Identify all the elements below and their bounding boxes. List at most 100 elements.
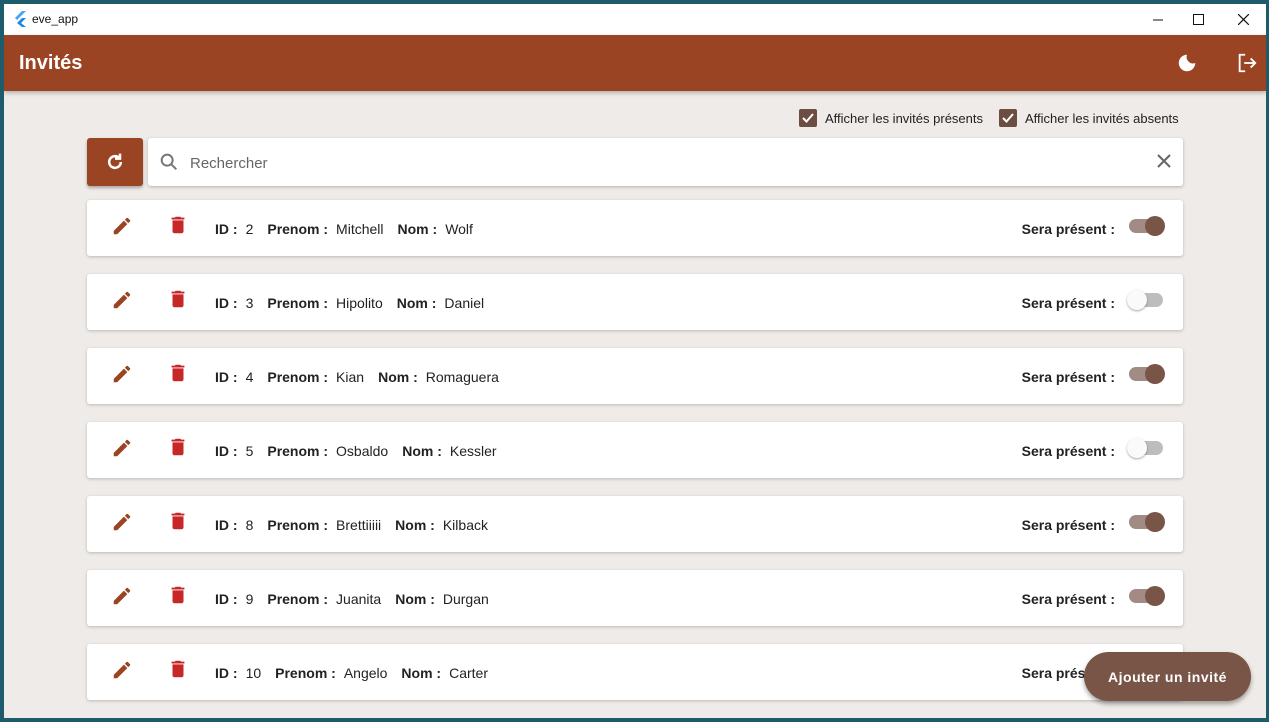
add-guest-button[interactable]: Ajouter un invité [1084, 652, 1251, 701]
nom-label: Nom : [402, 443, 442, 459]
guest-id: 5 [245, 443, 254, 459]
edit-button[interactable] [111, 215, 135, 239]
guest-prenom: Hipolito [336, 295, 383, 311]
edit-button[interactable] [111, 659, 135, 683]
guest-card: ID : 2 Prenom : Mitchell Nom : Wolf Sera prése… [87, 200, 1183, 256]
refresh-icon [107, 153, 123, 170]
filter-present[interactable]: Afficher les invités présents [799, 108, 983, 128]
present-label: Sera présent : [1021, 591, 1115, 607]
trash-icon [171, 512, 185, 530]
prenom-label: Prenom : [267, 369, 329, 385]
guest-fields: ID : 8 Prenom : Brettiiiii Nom : Kilback [215, 517, 502, 533]
nom-label: Nom : [397, 221, 438, 237]
nom-label: Nom : [395, 517, 435, 533]
prenom-label: Prenom : [267, 591, 329, 607]
guest-prenom: Angelo [343, 665, 388, 681]
page-title: Invités [19, 52, 83, 74]
guest-card: ID : 9 Prenom : Juanita Nom : Durgan Sera prés… [87, 570, 1183, 626]
guest-nom: Carter [449, 665, 488, 681]
delete-button[interactable] [167, 214, 191, 238]
nom-label: Nom : [378, 369, 418, 385]
app-window: eve_app Invités Afficher les invités pré… [4, 4, 1266, 718]
edit-icon [113, 365, 131, 383]
minimize-icon [1153, 19, 1163, 20]
present-toggle[interactable] [1129, 216, 1165, 236]
guest-card: ID : 3 Prenom : Hipolito Nom : Daniel Sera pré… [87, 274, 1183, 330]
refresh-button[interactable] [87, 138, 143, 186]
guest-fields: ID : 3 Prenom : Hipolito Nom : Daniel [215, 295, 498, 311]
id-label: ID : [215, 295, 238, 311]
delete-button[interactable] [167, 362, 191, 386]
search-input[interactable] [188, 150, 1132, 176]
filter-absent[interactable]: Afficher les invités absents [999, 108, 1179, 128]
id-label: ID : [215, 665, 238, 681]
window-title: eve_app [32, 12, 79, 26]
nom-label: Nom : [395, 591, 435, 607]
maximize-button[interactable] [1175, 4, 1221, 35]
dark-mode-icon [1178, 54, 1196, 72]
present-checkbox[interactable] [799, 109, 817, 127]
toggle-knob [1127, 438, 1147, 458]
flutter-logo-icon [15, 11, 26, 27]
absent-checkbox[interactable] [999, 109, 1017, 127]
edit-button[interactable] [111, 289, 135, 313]
toggle-knob [1145, 364, 1165, 384]
id-label: ID : [215, 443, 238, 459]
search-bar [148, 138, 1183, 186]
trash-icon [171, 438, 185, 456]
theme-toggle-button[interactable] [1173, 49, 1201, 77]
guest-prenom: Mitchell [336, 221, 384, 237]
nom-label: Nom : [396, 295, 437, 311]
guest-id: 8 [245, 517, 254, 533]
prenom-label: Prenom : [267, 443, 329, 459]
present-label: Sera présent : [1021, 221, 1115, 237]
present-toggle[interactable] [1127, 290, 1163, 310]
present-toggle[interactable] [1127, 438, 1163, 458]
edit-button[interactable] [111, 437, 135, 461]
search-icon [160, 153, 178, 171]
delete-button[interactable] [167, 510, 191, 534]
edit-icon [113, 291, 131, 309]
delete-button[interactable] [167, 658, 191, 682]
app-bar: Invités [4, 35, 1266, 91]
guest-card: ID : 8 Prenom : Brettiiiii Nom : Kilback Sera … [87, 496, 1183, 552]
close-window-button[interactable] [1220, 4, 1266, 35]
guest-prenom: Osbaldo [336, 443, 389, 459]
guest-prenom: Kian [336, 369, 365, 385]
guest-card: ID : 5 Prenom : Osbaldo Nom : Kessler Sera pré… [87, 422, 1183, 478]
title-bar: eve_app [4, 4, 1266, 35]
guest-id: 3 [245, 295, 254, 311]
guest-id: 4 [245, 369, 254, 385]
trash-icon [171, 586, 185, 604]
edit-button[interactable] [111, 363, 135, 387]
present-label: Sera présent : [1021, 517, 1115, 533]
nom-label: Nom : [401, 665, 442, 681]
edit-button[interactable] [111, 585, 135, 609]
maximize-icon [1192, 14, 1204, 25]
edit-icon [113, 513, 131, 531]
present-label: Sera présent : [1021, 369, 1115, 385]
edit-button[interactable] [111, 511, 135, 535]
present-toggle[interactable] [1129, 512, 1165, 532]
present-toggle[interactable] [1129, 364, 1165, 384]
guest-nom: Kilback [442, 517, 488, 533]
clear-search-icon[interactable] [1155, 152, 1173, 170]
prenom-label: Prenom : [267, 517, 329, 533]
delete-button[interactable] [167, 584, 191, 608]
guest-fields: ID : 4 Prenom : Kian Nom : Romaguera [215, 369, 513, 385]
delete-button[interactable] [167, 436, 191, 460]
present-label: Sera présent : [1021, 443, 1115, 459]
guest-nom: Wolf [445, 221, 473, 237]
guest-id: 9 [245, 591, 254, 607]
guest-fields: ID : 5 Prenom : Osbaldo Nom : Kessler [215, 443, 511, 459]
present-toggle[interactable] [1129, 586, 1165, 606]
guest-id: 2 [245, 221, 254, 237]
logout-button[interactable] [1233, 49, 1261, 77]
guest-nom: Romaguera [425, 369, 499, 385]
guest-nom: Durgan [442, 591, 489, 607]
edit-icon [113, 439, 131, 457]
check-icon [802, 113, 814, 123]
delete-button[interactable] [167, 288, 191, 312]
id-label: ID : [215, 369, 238, 385]
check-icon [1002, 113, 1014, 123]
